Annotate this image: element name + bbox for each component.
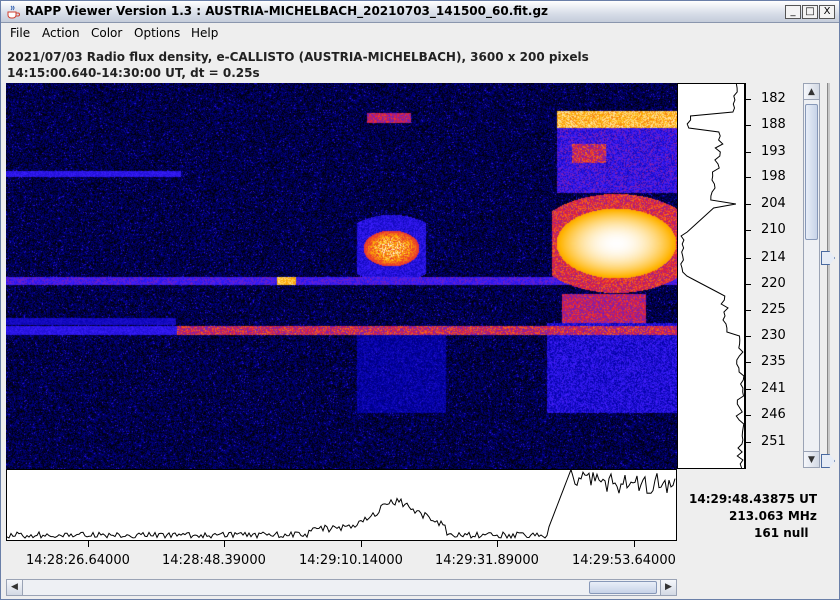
intensity-slider[interactable] bbox=[821, 83, 839, 468]
spectrogram-plot[interactable] bbox=[6, 83, 677, 469]
frequency-tick bbox=[745, 310, 751, 311]
slider-track bbox=[827, 83, 830, 468]
java-cup-icon bbox=[7, 5, 20, 19]
menu-file[interactable]: File bbox=[10, 26, 30, 40]
observation-info: 2021/07/03 Radio flux density, e-CALLIST… bbox=[7, 50, 589, 64]
frequency-label: 230 bbox=[761, 328, 786, 343]
time-tick bbox=[634, 541, 635, 547]
menu-bar: File Action Color Options Help bbox=[1, 23, 839, 45]
frequency-tick bbox=[745, 230, 751, 231]
window-title: RAPP Viewer Version 1.3 : AUSTRIA-MICHEL… bbox=[25, 4, 549, 18]
frequency-tick bbox=[745, 362, 751, 363]
frequency-tick bbox=[745, 336, 751, 337]
frequency-label: 251 bbox=[761, 434, 786, 449]
arrow-left-icon[interactable]: ◀ bbox=[7, 580, 23, 595]
frequency-label: 225 bbox=[761, 302, 786, 317]
time-label: 14:29:53.64000 bbox=[572, 553, 676, 568]
frequency-label: 188 bbox=[761, 117, 786, 132]
frequency-label: 241 bbox=[761, 381, 786, 396]
frequency-label: 210 bbox=[761, 222, 786, 237]
frequency-label: 220 bbox=[761, 276, 786, 291]
frequency-tick bbox=[745, 152, 751, 153]
frequency-profile-plot bbox=[677, 83, 745, 469]
time-tick bbox=[88, 541, 89, 547]
frequency-tick bbox=[745, 415, 751, 416]
frequency-label: 235 bbox=[761, 354, 786, 369]
cursor-readout: 14:29:48.43875 UT 213.063 MHz 161 null bbox=[683, 492, 833, 540]
arrow-down-icon[interactable]: ▼ bbox=[804, 451, 819, 467]
light-curve-plot bbox=[6, 468, 677, 541]
arrow-right-icon[interactable]: ▶ bbox=[660, 580, 676, 595]
vertical-scrollbar[interactable]: ▲ ▼ bbox=[803, 83, 820, 468]
frequency-profile-curve bbox=[680, 83, 745, 469]
frequency-label: 193 bbox=[761, 144, 786, 159]
frequency-label: 246 bbox=[761, 407, 786, 422]
frequency-tick bbox=[745, 389, 751, 390]
frequency-tick bbox=[745, 204, 751, 205]
frequency-tick bbox=[745, 177, 751, 178]
readout-time: 14:29:48.43875 UT bbox=[689, 492, 818, 506]
minimize-button[interactable]: _ bbox=[785, 5, 801, 19]
time-tick bbox=[361, 541, 362, 547]
slider-knob-upper[interactable] bbox=[821, 251, 835, 265]
spectrogram-canvas[interactable] bbox=[6, 83, 677, 469]
readout-value: 161 null bbox=[754, 526, 809, 540]
time-range-info: 14:15:00.640-14:30:00 UT, dt = 0.25s bbox=[7, 66, 260, 80]
frequency-label: 182 bbox=[761, 91, 786, 106]
menu-action[interactable]: Action bbox=[42, 26, 80, 40]
frequency-label: 198 bbox=[761, 169, 786, 184]
arrow-up-icon[interactable]: ▲ bbox=[804, 84, 819, 100]
time-label: 14:28:48.39000 bbox=[162, 553, 266, 568]
time-label: 14:29:10.14000 bbox=[299, 553, 403, 568]
frequency-label: 214 bbox=[761, 250, 786, 265]
time-label: 14:28:26.64000 bbox=[26, 553, 130, 568]
time-axis: 14:28:26.64000 14:28:48.39000 14:29:10.1… bbox=[6, 541, 677, 577]
time-tick bbox=[497, 541, 498, 547]
maximize-button[interactable]: □ bbox=[802, 5, 818, 19]
vertical-scroll-thumb[interactable] bbox=[805, 104, 818, 240]
light-curve-line bbox=[6, 468, 676, 540]
frequency-axis-line bbox=[745, 83, 746, 469]
frequency-tick bbox=[745, 258, 751, 259]
frequency-axis: 182 188 193 198 204 210 214 220 225 230 235 241 246 2… bbox=[745, 83, 795, 469]
menu-color[interactable]: Color bbox=[91, 26, 122, 40]
menu-help[interactable]: Help bbox=[191, 26, 218, 40]
frequency-label: 204 bbox=[761, 196, 786, 211]
readout-frequency: 213.063 MHz bbox=[729, 509, 817, 523]
title-bar[interactable]: RAPP Viewer Version 1.3 : AUSTRIA-MICHEL… bbox=[1, 1, 839, 23]
menu-options[interactable]: Options bbox=[134, 26, 180, 40]
horizontal-scroll-thumb[interactable] bbox=[589, 581, 657, 594]
time-tick bbox=[224, 541, 225, 547]
time-label: 14:29:31.89000 bbox=[435, 553, 539, 568]
frequency-tick bbox=[745, 442, 751, 443]
frequency-tick bbox=[745, 99, 751, 100]
frequency-tick bbox=[745, 284, 751, 285]
close-button[interactable]: X bbox=[819, 5, 835, 19]
app-window: RAPP Viewer Version 1.3 : AUSTRIA-MICHEL… bbox=[0, 0, 840, 600]
slider-knob-lower[interactable] bbox=[821, 454, 835, 468]
horizontal-scrollbar[interactable]: ◀ ▶ bbox=[6, 579, 677, 596]
frequency-tick bbox=[745, 125, 751, 126]
